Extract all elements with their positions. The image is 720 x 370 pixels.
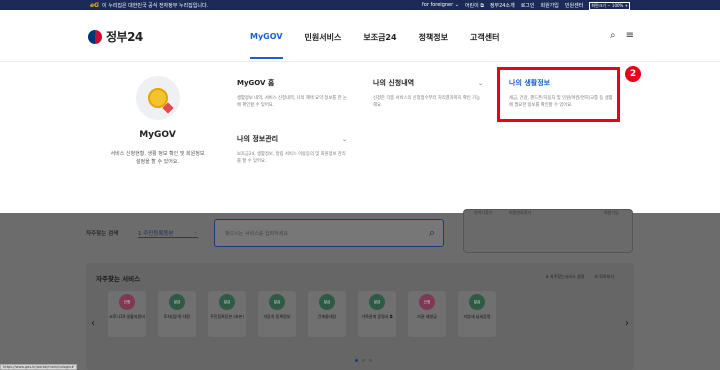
menu-mygov-home-title: MyGOV 홈 xyxy=(237,79,275,87)
frequent-services-tools: ⊕ 자주찾는서비스 설정 ☰ 모아보기 xyxy=(545,274,614,280)
chevron-right-icon[interactable]: › xyxy=(625,318,629,329)
menu-my-info-management-desc: 보조금24, 생활정보, 알림 서비스 이용동의 및 회원정보 관리를 할 수 … xyxy=(237,152,346,164)
service-tag: 발급 xyxy=(269,294,285,310)
chevron-down-icon[interactable]: ⌄ xyxy=(478,80,483,87)
service-item[interactable]: 신청코로나19 생활지원비 xyxy=(108,291,146,337)
service-label: 지방세 납세증명 xyxy=(463,314,491,319)
nav-policy-info[interactable]: 정책정보 xyxy=(419,32,448,43)
signup-link[interactable]: 회원가입 xyxy=(541,2,559,10)
find-id-link[interactable]: 아이디찾기 xyxy=(474,210,492,216)
frequent-services-panel: 자주찾는 서비스 ⊕ 자주찾는서비스 설정 ☰ 모아보기 ‹ › 신청코로나19… xyxy=(86,263,634,370)
help-center-link[interactable]: 민원센터 xyxy=(565,2,583,10)
about-link[interactable]: 정부24소개 xyxy=(490,2,515,10)
service-label: 주민등록등본 (초본) xyxy=(210,314,244,319)
egov-icon: eG xyxy=(90,2,99,9)
mygov-description: 서비스 신청현황, 생활 정보 확인 및 회원정보 설정을 할 수 있어요. xyxy=(110,151,205,165)
service-tag: 발급 xyxy=(469,294,485,310)
main-nav: MyGOV 민원서비스 보조금24 정책정보 고객센터 xyxy=(250,32,499,59)
carousel-dot[interactable] xyxy=(369,359,372,362)
zoom-control[interactable]: 화면크기 − 100% + xyxy=(589,2,630,10)
nav-civil-services[interactable]: 민원서비스 xyxy=(305,32,342,43)
service-item[interactable]: 발급지방세 납세증명 xyxy=(458,291,496,337)
service-label: 가족관계 증명서 ⧉ xyxy=(361,314,393,319)
carousel-pagination xyxy=(355,359,372,362)
service-label: 코로나19 생활지원비 xyxy=(109,314,145,319)
menu-mygov-home-desc: 생활정보 내역, 서비스 신청내역, 나의 혜택 요약 정보를 한 눈에 확인할… xyxy=(237,96,347,108)
signup-link[interactable]: 회원가입 xyxy=(604,210,619,216)
frequent-search-select-value: 1 주민등록등본 xyxy=(138,231,174,237)
service-tag: 신청 xyxy=(119,294,135,310)
search-icon[interactable]: ⌕ xyxy=(610,30,616,41)
service-item[interactable]: 발급건축물대장 xyxy=(308,291,346,337)
service-tag: 발급 xyxy=(219,294,235,310)
taegeuk-icon xyxy=(88,29,102,44)
foreigner-link[interactable]: for foreigner ⌄ xyxy=(422,2,459,10)
official-notice: eG 이 누리집은 대한민국 공식 전자정부 누리집입니다. xyxy=(90,2,208,9)
service-label: 자동차 등록원부 xyxy=(263,314,291,319)
carousel-dot[interactable] xyxy=(355,359,358,362)
nav-mygov[interactable]: MyGOV xyxy=(250,32,283,59)
highlight-box xyxy=(497,67,620,122)
service-item[interactable]: 발급토지(임야) 대장 xyxy=(158,291,196,337)
frequent-services-view-all[interactable]: ☰ 모아보기 xyxy=(594,274,614,280)
chevron-down-icon[interactable]: ⌄ xyxy=(342,136,347,143)
service-label: 토지(임야) 대장 xyxy=(163,314,191,319)
service-item[interactable]: 신청여권 재발급 xyxy=(408,291,446,337)
nav-customer-center[interactable]: 고객센터 xyxy=(470,32,499,43)
header-icons: ⌕ ≡ xyxy=(610,30,634,41)
service-label: 여권 재발급 xyxy=(417,314,437,319)
utility-links: for foreigner ⌄ 어린이 ⧉ 정부24소개 로그인 회원가입 민원… xyxy=(422,2,630,10)
dimmed-page-overlay: 자주찾는 검색 1 주민등록등본 ⌄ 찾으시는 서비스를 입력하세요 ⌕ 아이디… xyxy=(0,209,720,370)
site-logo[interactable]: 정부24 xyxy=(88,28,143,45)
mygov-illustration xyxy=(135,76,180,120)
nav-subsidy24[interactable]: 보조금24 xyxy=(363,32,396,43)
login-link[interactable]: 로그인 xyxy=(521,2,535,10)
top-notice-bar: eG 이 누리집은 대한민국 공식 전자정부 누리집입니다. for forei… xyxy=(0,0,720,10)
frequent-services-list: 신청 코로나19 생활지원비 발급 토지(임야) 대장 발급 주민등록등본 (초본) … xyxy=(108,291,496,337)
find-password-link[interactable]: 비밀번호찾기 xyxy=(509,210,531,216)
frequent-services-title: 자주찾는 서비스 xyxy=(96,275,141,283)
callout-badge: 2 xyxy=(625,66,641,82)
site-header: 정부24 MyGOV 민원서비스 보조금24 정책정보 고객센터 ⌕ ≡ xyxy=(0,10,720,62)
menu-mygov-home[interactable]: MyGOV 홈 생활정보 내역, 서비스 신청내역, 나의 혜택 요약 정보를 … xyxy=(237,78,347,110)
service-item[interactable]: 발급주민등록등본 (초본) xyxy=(208,291,246,337)
menu-icon[interactable]: ≡ xyxy=(626,30,634,41)
frequent-services-settings[interactable]: ⊕ 자주찾는서비스 설정 xyxy=(545,274,584,280)
frequent-search-label: 자주찾는 검색 xyxy=(86,231,119,237)
chevron-down-icon: ⌄ xyxy=(193,229,198,235)
service-item[interactable]: 발급자동차 등록원부 xyxy=(258,291,296,337)
medal-icon xyxy=(147,88,168,108)
service-tag: 발급 xyxy=(169,294,185,310)
browser-status-url: https://www.gov.kr/portal/main/nologin# xyxy=(0,364,78,370)
service-item[interactable]: 발급가족관계 증명서 ⧉ xyxy=(358,291,396,337)
search-icon[interactable]: ⌕ xyxy=(429,226,435,240)
menu-my-info-management-title: 나의 정보관리 xyxy=(237,135,279,143)
frequent-search-select[interactable]: 1 주민등록등본 ⌄ xyxy=(138,229,198,238)
menu-my-applications-title: 나의 신청내역 xyxy=(373,79,415,87)
frequent-search-row: 자주찾는 검색 1 주민등록등본 ⌄ 찾으시는 서비스를 입력하세요 ⌕ xyxy=(86,217,446,257)
carousel-dot[interactable] xyxy=(362,359,365,362)
menu-my-info-management[interactable]: 나의 정보관리 ⌄ 보조금24, 생활정보, 알림 서비스 이용동의 및 회원정… xyxy=(237,134,347,166)
service-tag: 발급 xyxy=(369,294,385,310)
menu-my-applications-desc: 신청한 각종 서비스의 신청접수부터 처리결과까지 확인 가능해요. xyxy=(373,96,481,108)
menu-my-applications[interactable]: 나의 신청내역 ⌄ 신청한 각종 서비스의 신청접수부터 처리결과까지 확인 가… xyxy=(373,78,483,110)
login-card: 아이디찾기 비밀번호찾기 회원가입 xyxy=(463,209,633,253)
chevron-left-icon[interactable]: ‹ xyxy=(91,318,95,329)
mygov-title: MyGOV xyxy=(139,130,176,140)
official-notice-text: 이 누리집은 대한민국 공식 전자정부 누리집입니다. xyxy=(102,3,209,9)
kids-link[interactable]: 어린이 ⧉ xyxy=(465,2,484,10)
service-search-input[interactable]: 찾으시는 서비스를 입력하세요 ⌕ xyxy=(214,219,444,247)
mygov-profile: MyGOV 서비스 신청현황, 생활 정보 확인 및 회원정보 설정을 할 수 … xyxy=(110,76,205,166)
logo-text: 정부24 xyxy=(106,30,143,44)
service-label: 건축물대장 xyxy=(317,314,337,319)
service-tag: 발급 xyxy=(319,294,335,310)
service-tag: 신청 xyxy=(419,294,435,310)
service-search-placeholder: 찾으시는 서비스를 입력하세요 xyxy=(225,231,288,237)
